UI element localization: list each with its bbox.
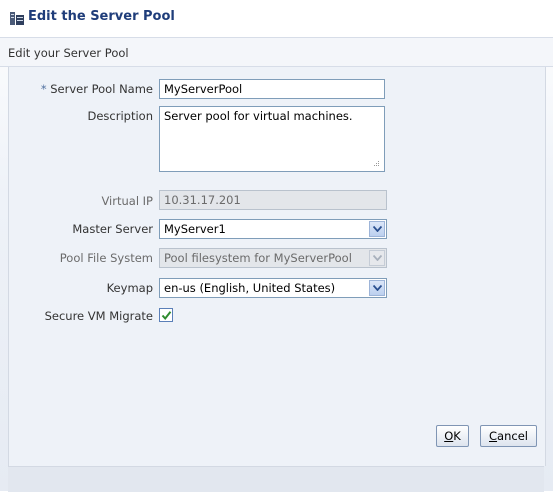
master-server-label: Master Server <box>72 222 153 236</box>
ok-button[interactable]: OK <box>436 425 469 447</box>
virtual-ip-label: Virtual IP <box>101 194 153 208</box>
master-server-value: MyServer1 <box>164 222 226 236</box>
pool-file-system-value: Pool filesystem for MyServerPool <box>164 251 352 265</box>
virtual-ip-value: 10.31.17.201 <box>164 193 241 207</box>
server-pool-icon <box>10 12 24 25</box>
virtual-ip-input: 10.31.17.201 <box>159 190 387 210</box>
dialog-title: Edit the Server Pool <box>28 9 175 24</box>
secure-vm-migrate-label: Secure VM Migrate <box>44 309 153 323</box>
server-pool-name-input[interactable]: MyServerPool <box>159 79 385 99</box>
cancel-mnemonic: C <box>489 429 498 443</box>
description-value: Server pool for virtual machines. <box>164 109 353 123</box>
keymap-select[interactable]: en-us (English, United States) <box>159 278 387 298</box>
dialog-footer <box>8 466 544 492</box>
keymap-label: Keymap <box>106 281 153 295</box>
keymap-value: en-us (English, United States) <box>164 281 336 295</box>
cancel-label-rest: ancel <box>497 429 528 443</box>
required-marker: * <box>40 82 47 96</box>
pool-file-system-label: Pool File System <box>59 251 153 265</box>
dialog-titlebar: Edit the Server Pool <box>0 0 553 38</box>
chevron-down-icon[interactable] <box>369 221 385 237</box>
chevron-down-icon <box>369 250 385 266</box>
resize-grip-icon[interactable] <box>370 158 380 168</box>
chevron-down-icon[interactable] <box>369 280 385 296</box>
server-pool-name-label-text: Server Pool Name <box>50 82 153 96</box>
master-server-select[interactable]: MyServer1 <box>159 219 387 239</box>
description-label: Description <box>87 109 154 123</box>
dialog-subheader: Edit your Server Pool <box>0 38 553 67</box>
cancel-button[interactable]: Cancel <box>480 425 537 447</box>
ok-mnemonic: O <box>444 429 454 443</box>
ok-label-rest: K <box>453 429 461 443</box>
dialog-subtitle: Edit your Server Pool <box>8 46 129 60</box>
pool-file-system-select: Pool filesystem for MyServerPool <box>159 248 387 268</box>
server-pool-name-label: * Server Pool Name <box>3 82 153 96</box>
server-pool-name-value: MyServerPool <box>164 82 243 96</box>
edit-server-pool-dialog: Edit the Server Pool Edit your Server Po… <box>0 0 553 492</box>
secure-vm-migrate-checkbox[interactable] <box>159 308 173 322</box>
description-textarea[interactable]: Server pool for virtual machines. <box>159 106 385 172</box>
